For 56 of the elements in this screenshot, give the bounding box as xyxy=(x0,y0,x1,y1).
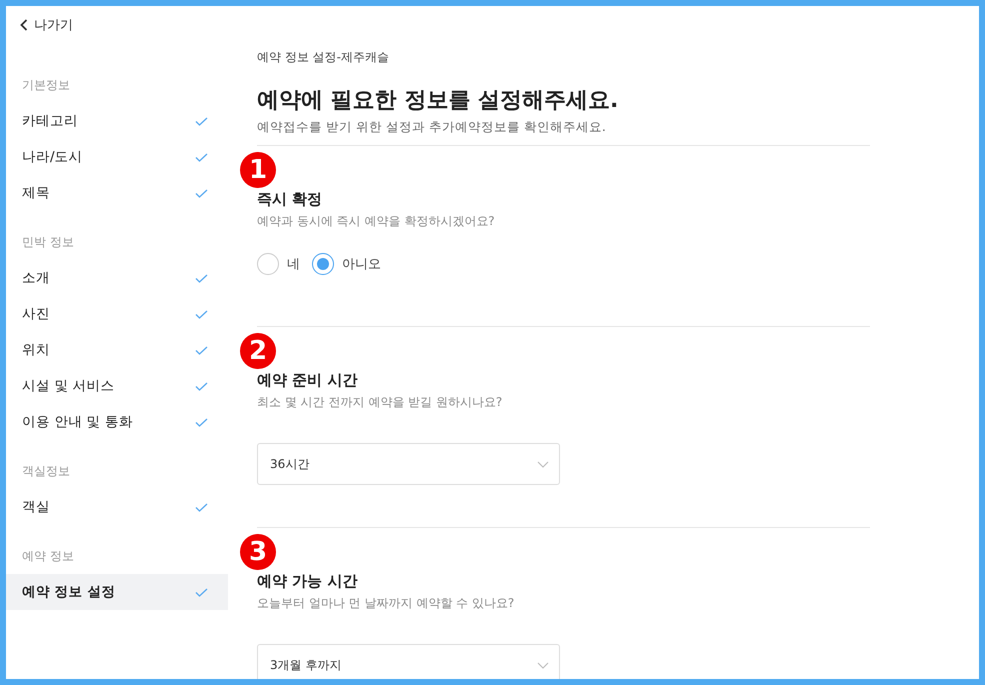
check-icon xyxy=(195,188,208,198)
sidebar-group-label: 예약 정보 xyxy=(21,548,75,565)
page-title: 예약에 필요한 정보를 설정해주세요. xyxy=(257,87,618,115)
sidebar-group-label: 민박 정보 xyxy=(21,234,75,251)
dropdown-select[interactable]: 3개월 후까지 xyxy=(257,644,560,679)
section-description: 최소 몇 시간 전까지 예약을 받길 원하시나요? xyxy=(257,394,502,411)
sidebar-item-label: 나라/도시 xyxy=(22,148,83,166)
check-icon xyxy=(195,274,208,282)
section-description: 예약과 동시에 즉시 예약을 확정하시겠어요? xyxy=(257,213,495,230)
sidebar-item[interactable]: 카테고리 xyxy=(6,103,228,139)
check-icon xyxy=(195,382,208,390)
radio-option[interactable]: 네 xyxy=(257,253,300,275)
chevron-down-icon xyxy=(537,662,549,668)
step-number-badge: 3 xyxy=(240,534,276,570)
check-icon xyxy=(195,588,208,596)
section-title: 예약 준비 시간 xyxy=(257,371,358,390)
check-icon xyxy=(195,152,208,162)
chevron-down-icon xyxy=(537,460,549,468)
check-icon xyxy=(195,116,208,126)
sidebar-item-label: 객실 xyxy=(22,498,50,516)
sidebar-item-label: 위치 xyxy=(22,341,50,359)
check-icon xyxy=(195,418,208,426)
breadcrumb: 예약 정보 설정-제주캐슬 xyxy=(257,49,389,66)
sidebar-item[interactable]: 위치 xyxy=(6,332,228,368)
radio-option[interactable]: 아니오 xyxy=(312,253,381,275)
sidebar-item-label: 소개 xyxy=(22,269,50,287)
sidebar-item[interactable]: 사진 xyxy=(6,296,228,332)
sidebar-item-label: 이용 안내 및 통화 xyxy=(22,413,133,431)
sidebar-group-label: 객실정보 xyxy=(21,463,71,480)
sidebar-item[interactable]: 시설 및 서비스 xyxy=(6,368,228,404)
radio-button[interactable] xyxy=(312,253,334,275)
step-number-badge: 1 xyxy=(240,152,276,188)
sidebar-item[interactable]: 이용 안내 및 통화 xyxy=(6,404,228,440)
step-number-badge: 2 xyxy=(240,333,276,369)
section-title: 예약 가능 시간 xyxy=(257,572,358,591)
sidebar-item[interactable]: 제목 xyxy=(6,175,228,211)
sidebar-item[interactable]: 소개 xyxy=(6,260,228,296)
sidebar-item-label: 카테고리 xyxy=(22,112,78,130)
sidebar-group-label: 기본정보 xyxy=(21,77,71,94)
sidebar-item[interactable]: 예약 정보 설정 xyxy=(6,574,228,610)
section-title: 즉시 확정 xyxy=(257,190,322,209)
section-description: 오늘부터 얼마나 먼 날짜까지 예약할 수 있나요? xyxy=(257,595,514,612)
radio-button[interactable] xyxy=(257,253,279,275)
check-icon xyxy=(195,310,208,318)
dropdown-select[interactable]: 36시간 xyxy=(257,443,560,485)
sidebar-item[interactable]: 나라/도시 xyxy=(6,139,228,175)
check-icon xyxy=(195,346,208,354)
back-icon xyxy=(20,19,28,31)
back-link[interactable]: 나가기 xyxy=(6,6,73,44)
sidebar-item[interactable]: 객실 xyxy=(6,489,228,525)
sidebar-item-label: 제목 xyxy=(22,184,50,202)
sidebar-item-label: 시설 및 서비스 xyxy=(22,377,115,395)
sidebar-item-label: 사진 xyxy=(22,305,50,323)
page-subtitle: 예약접수를 받기 위한 설정과 추가예약정보를 확인해주세요. xyxy=(257,119,606,136)
check-icon xyxy=(195,502,208,512)
sidebar-item-label: 예약 정보 설정 xyxy=(22,583,116,601)
